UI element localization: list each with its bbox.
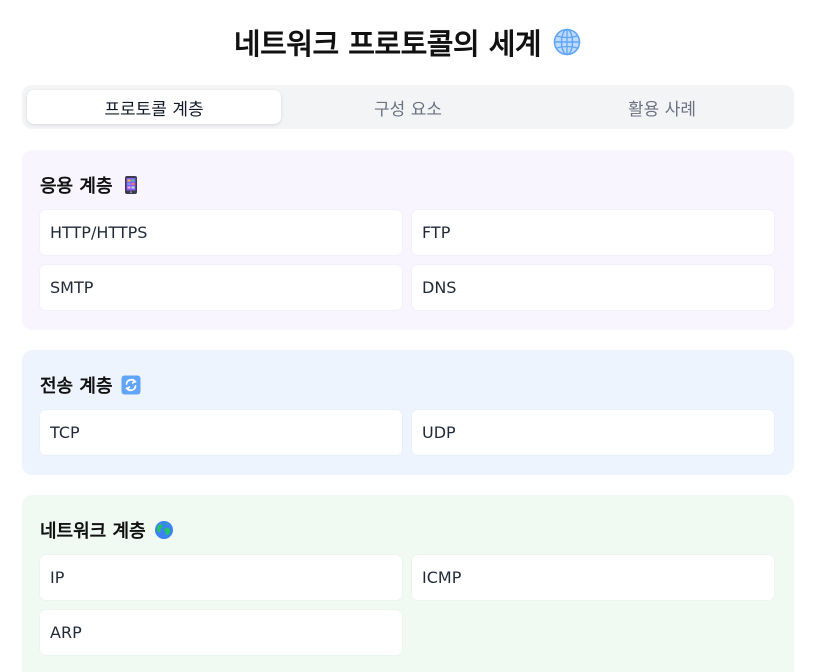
protocol-card-http-https[interactable]: HTTP/HTTPS: [40, 210, 402, 255]
protocol-card-udp[interactable]: UDP: [412, 410, 774, 455]
section-transport-layer: 전송 계층 TCP UDP: [22, 350, 794, 475]
section-title: 네트워크 계층: [40, 521, 146, 542]
protocol-grid: TCP UDP: [40, 410, 776, 455]
protocol-grid: HTTP/HTTPS FTP SMTP DNS: [40, 210, 776, 310]
title-row: 네트워크 프로토콜의 세계: [0, 22, 815, 62]
page-title: 네트워크 프로토콜의 세계: [233, 27, 542, 61]
refresh-icon: [121, 375, 141, 395]
section-application-layer: 응용 계층 HTTP/HTTPS FTP SMTP DNS: [22, 150, 794, 330]
tab-protocol-layers[interactable]: 프로토콜 계층: [27, 90, 281, 124]
page: 네트워크 프로토콜의 세계 프로토콜 계층 구성 요소 활용 사례 응용 계층: [0, 0, 815, 672]
section-network-layer: 네트워크 계층 IP ICMP ARP: [22, 495, 794, 672]
protocol-card-ftp[interactable]: FTP: [412, 210, 774, 255]
mobile-phone-icon: [121, 175, 141, 195]
protocol-card-tcp[interactable]: TCP: [40, 410, 402, 455]
protocol-grid: IP ICMP ARP: [40, 555, 776, 655]
protocol-card-icmp[interactable]: ICMP: [412, 555, 774, 600]
protocol-card-dns[interactable]: DNS: [412, 265, 774, 310]
tab-use-cases[interactable]: 활용 사례: [535, 90, 789, 124]
protocol-card-ip[interactable]: IP: [40, 555, 402, 600]
protocol-card-smtp[interactable]: SMTP: [40, 265, 402, 310]
tab-components[interactable]: 구성 요소: [281, 90, 535, 124]
tab-bar: 프로토콜 계층 구성 요소 활용 사례: [22, 85, 794, 129]
globe-icon: [553, 28, 581, 56]
protocol-card-arp[interactable]: ARP: [40, 610, 402, 655]
section-title: 응용 계층: [40, 176, 113, 197]
section-title: 전송 계층: [40, 376, 113, 397]
earth-globe-icon: [154, 520, 174, 540]
